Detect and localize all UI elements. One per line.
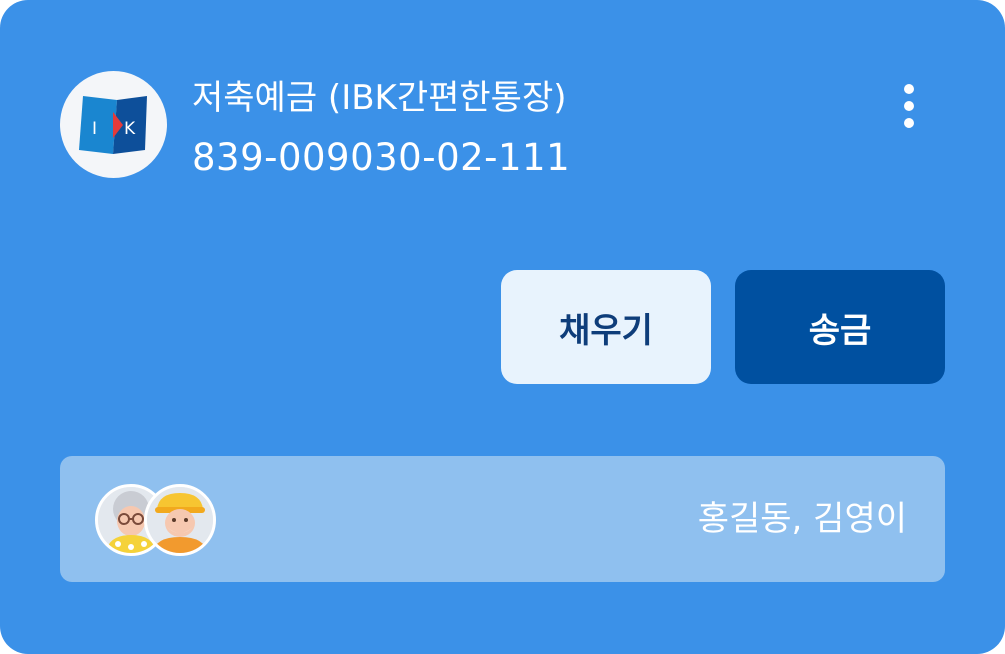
more-vertical-icon: [904, 84, 914, 94]
account-number: 839-009030-02-111: [192, 136, 571, 179]
account-card[interactable]: I K 저축예금 (IBK간편한통장) 839-009030-02-111 채우…: [0, 0, 1005, 654]
more-vertical-icon-dot: [904, 118, 914, 128]
bank-logo: I K: [60, 71, 167, 178]
members-names: 홍길동, 김영이: [697, 499, 907, 539]
svg-text:I: I: [92, 119, 97, 139]
grandfather-avatar: [144, 484, 216, 556]
send-button[interactable]: 송금: [735, 270, 945, 384]
more-vertical-icon-dot: [904, 101, 914, 111]
fill-button[interactable]: 채우기: [501, 270, 711, 384]
members-bar[interactable]: 홍길동, 김영이: [60, 456, 945, 582]
svg-text:K: K: [124, 119, 136, 139]
more-menu-button[interactable]: [890, 78, 928, 134]
ibk-logo-icon: I K: [78, 95, 147, 154]
account-title: 저축예금 (IBK간편한통장): [192, 78, 567, 118]
